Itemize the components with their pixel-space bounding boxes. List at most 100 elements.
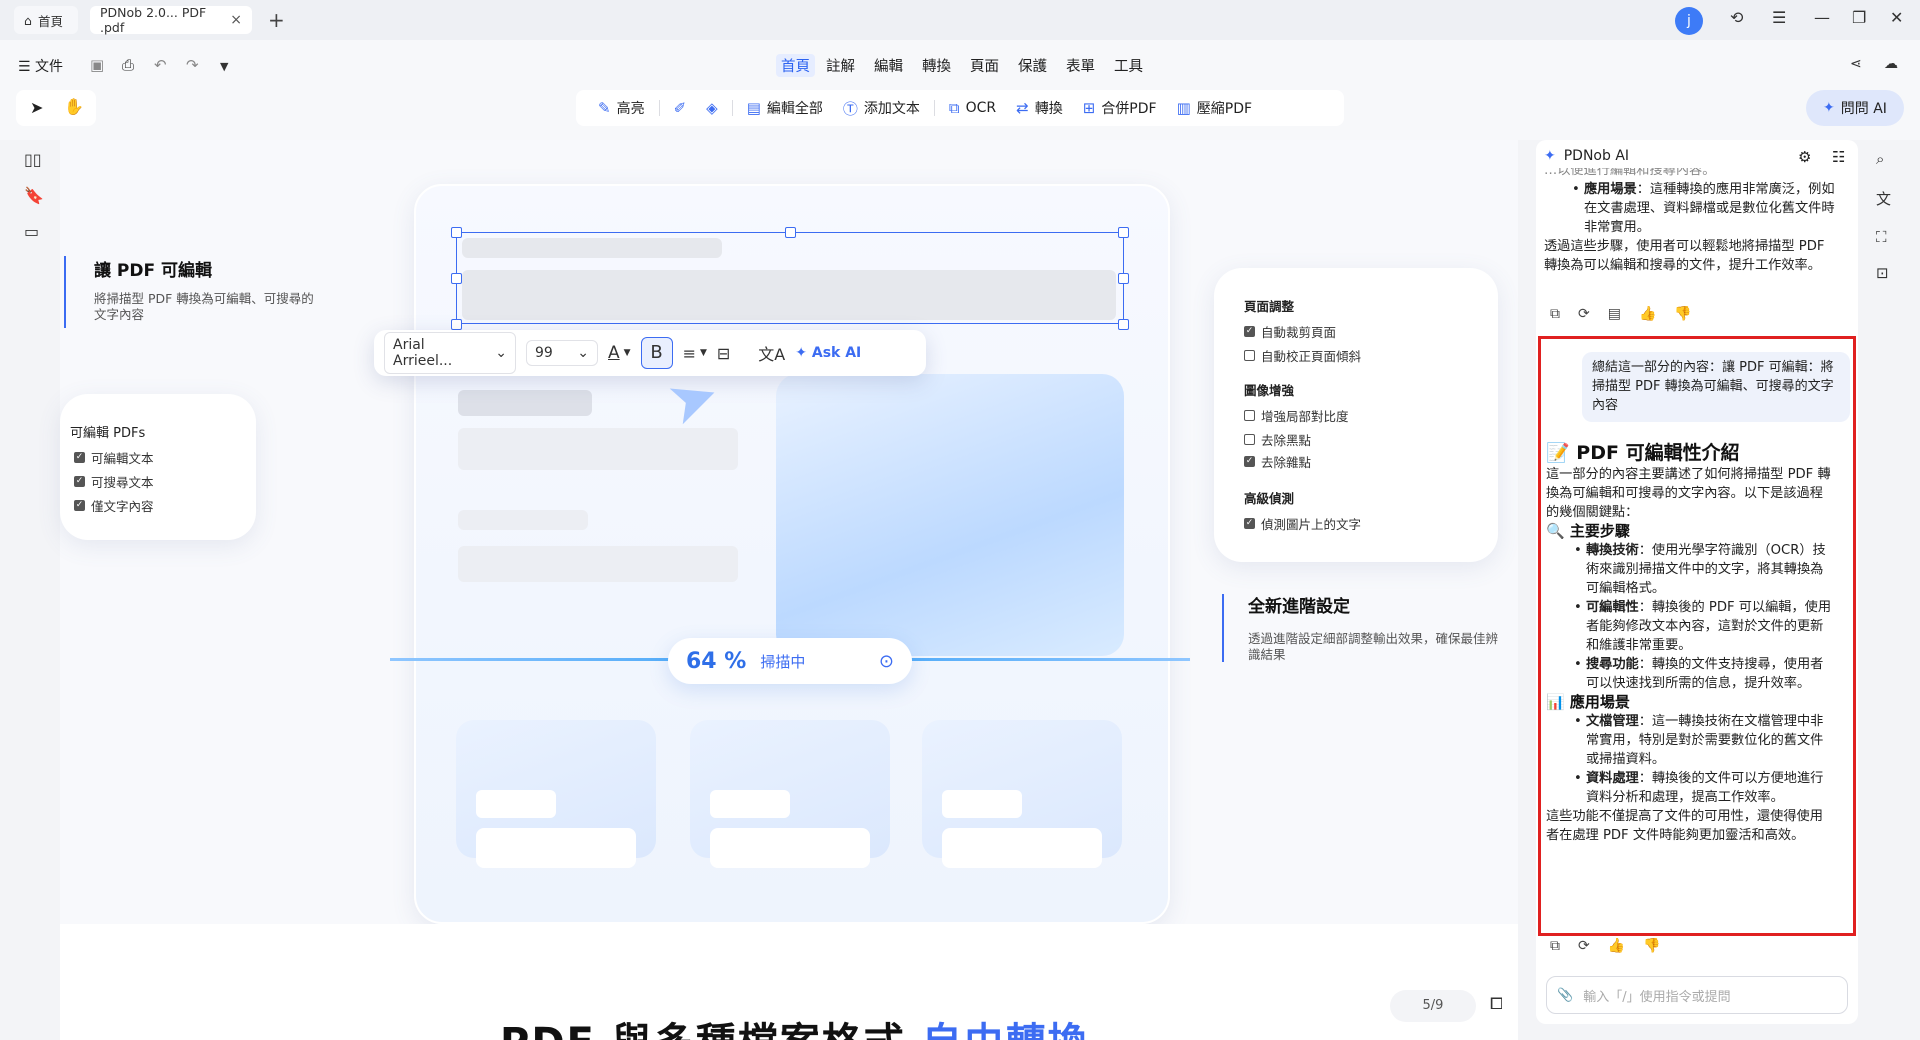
checkbox-item[interactable]: ✓ 僅文字內容 [74,496,154,515]
menu-tab-page[interactable]: 頁面 [970,55,999,76]
advanced-title: 全新進階設定 [1248,597,1350,617]
text-format-toolbar: Arial Arrieel... ⌄ 99 ⌄ A ▼ B ≡ ▼ ⊟ 文A ✦… [374,330,926,376]
resize-handle[interactable] [451,227,462,238]
menu-tab-edit[interactable]: 編輯 [874,55,903,76]
new-tab-icon[interactable]: + [268,8,285,32]
minimize-icon[interactable]: — [1814,8,1830,27]
checkbox-item[interactable]: 自動校正頁面傾斜 [1244,346,1361,365]
text-color-icon[interactable]: A [608,343,620,363]
checkbox-item[interactable]: ✓ 可編輯文本 [74,448,154,467]
merge-pdf-label: 合併PDF [1101,101,1157,117]
edit-all-button[interactable]: ▤ 編輯全部 [737,98,833,118]
page-number[interactable]: 5/9 [1390,990,1476,1022]
thumbs-up-icon[interactable]: 👍 [1608,938,1625,954]
translate-icon[interactable]: 文 [1876,188,1891,209]
resize-handle[interactable] [451,273,462,284]
scan-icon[interactable]: ⛶ [1876,228,1887,246]
hand-icon[interactable]: ✋ [64,97,84,116]
ask-ai-button[interactable]: ✦ 問問 AI [1806,90,1904,126]
avatar[interactable]: j [1675,7,1703,35]
checkbox-item[interactable]: ✓ 偵測圖片上的文字 [1244,514,1361,533]
ask-ai-inline-button[interactable]: ✦ Ask AI [795,345,861,361]
resize-handle[interactable] [1118,227,1129,238]
copy-icon[interactable]: ⧉ [1550,938,1560,954]
resize-handle[interactable] [785,227,796,238]
comment-icon[interactable]: ▭ [24,222,39,241]
list-icon[interactable]: ☷ [1832,148,1845,166]
menu-icon[interactable]: ☰ [1772,8,1786,27]
menu-tab-tools[interactable]: 工具 [1114,55,1143,76]
copy-icon[interactable]: ⧉ [1550,306,1560,322]
close-window-icon[interactable]: ✕ [1890,8,1903,27]
ai-spark-icon: ✦ [1823,100,1835,116]
font-size-select[interactable]: 99 ⌄ [526,340,598,366]
caret-down-icon[interactable]: ▼ [624,348,631,358]
chat-input[interactable]: 📎 輸入「/」使用指令或提問 [1546,976,1848,1014]
thumbs-down-icon[interactable]: 👎 [1674,306,1691,322]
answer-section-title: 🔍 主要步驟 [1546,522,1630,540]
refresh-icon[interactable]: ⟳ [1578,938,1590,954]
ocr-icon[interactable]: ⊡ [1876,264,1889,282]
checkbox-item[interactable]: ✓ 自動裁剪頁面 [1244,322,1336,341]
more-dropdown-icon[interactable]: ▼ [220,60,228,73]
align-icon[interactable]: ≡ [683,344,696,363]
search-icon[interactable]: ⌕ [1876,150,1884,168]
maximize-icon[interactable]: ❐ [1852,8,1866,27]
list-item-label: 搜尋功能 [1585,657,1639,672]
file-menu[interactable]: ☰ 文件 [18,56,63,76]
underline-button[interactable]: ✐ [664,99,697,117]
text-box-icon[interactable]: ⊟ [717,344,730,363]
ocr-button[interactable]: ⧉ OCR [939,99,1006,117]
menu-tab-protect[interactable]: 保護 [1018,55,1047,76]
checkbox-item[interactable]: ✓ 可搜尋文本 [74,472,154,491]
caret-down-icon[interactable]: ▼ [700,348,707,358]
translate-icon[interactable]: 文A [758,341,785,365]
bold-icon[interactable]: B [640,337,673,369]
sync-icon[interactable]: ⟲ [1730,8,1743,27]
menu-tab-form[interactable]: 表單 [1066,55,1095,76]
compress-pdf-button[interactable]: ▥ 壓縮PDF [1167,98,1262,118]
save-icon[interactable]: ▣ [90,56,104,74]
tab-document[interactable]: PDNob 2.0... PDF .pdf × [90,5,252,35]
resize-handle[interactable] [1118,319,1129,330]
checkbox-item[interactable]: 去除黑點 [1244,430,1311,449]
close-tab-icon[interactable]: × [230,12,242,28]
resize-handle[interactable] [1118,273,1129,284]
page-thumbnail [922,720,1122,868]
checkbox-item[interactable]: 增強局部對比度 [1244,406,1349,425]
tab-home[interactable]: ⌂ 首頁 [14,6,78,34]
resize-handle[interactable] [451,319,462,330]
cloud-icon[interactable]: ☁ [1884,56,1898,72]
gear-icon[interactable]: ⚙ [1798,148,1811,166]
undo-icon[interactable]: ↶ [154,56,167,74]
share-icon[interactable]: ⋖ [1850,56,1862,72]
ai-panel-title: PDNob AI [1563,148,1630,164]
convert-button[interactable]: ⇄ 轉換 [1006,98,1073,118]
refresh-icon[interactable]: ⟳ [1578,306,1590,322]
merge-pdf-button[interactable]: ⊞ 合併PDF [1073,98,1167,118]
checkbox-item[interactable]: ✓ 去除雜點 [1244,452,1311,471]
menu-tab-annotate[interactable]: 註解 [826,55,855,76]
text-selection-box[interactable] [456,232,1124,324]
cursor-icon[interactable]: ➤ [30,98,43,117]
thumbs-up-icon[interactable]: 👍 [1639,306,1656,322]
redo-icon[interactable]: ↷ [186,56,199,74]
note-icon[interactable]: ▤ [1608,306,1621,322]
eraser-button[interactable]: ◈ [696,99,728,117]
print-icon[interactable]: ⎙ [122,56,134,74]
checkbox-unchecked-icon [1244,350,1255,361]
menu-tab-convert[interactable]: 轉換 [922,55,951,76]
thumbnails-icon[interactable]: ▯▯ [24,150,42,169]
checkbox-label: 去除黑點 [1261,433,1312,448]
image-enhance-title: 圖像增強 [1244,383,1295,398]
attachment-icon[interactable]: 📎 [1557,988,1573,1003]
highlight-button[interactable]: ✎ 高亮 [588,98,655,118]
merge-icon: ⊞ [1082,99,1096,117]
thumbs-down-icon[interactable]: 👎 [1643,938,1660,954]
font-select[interactable]: Arial Arrieel... ⌄ [384,332,516,374]
add-text-button[interactable]: Ⓣ 添加文本 [833,98,930,119]
settings-icon[interactable]: ⊙ [879,651,894,672]
menu-tab-home[interactable]: 首頁 [776,54,815,77]
fit-page-icon[interactable]: ⧠ [1490,994,1503,1014]
bookmark-icon[interactable]: 🔖 [24,186,44,205]
